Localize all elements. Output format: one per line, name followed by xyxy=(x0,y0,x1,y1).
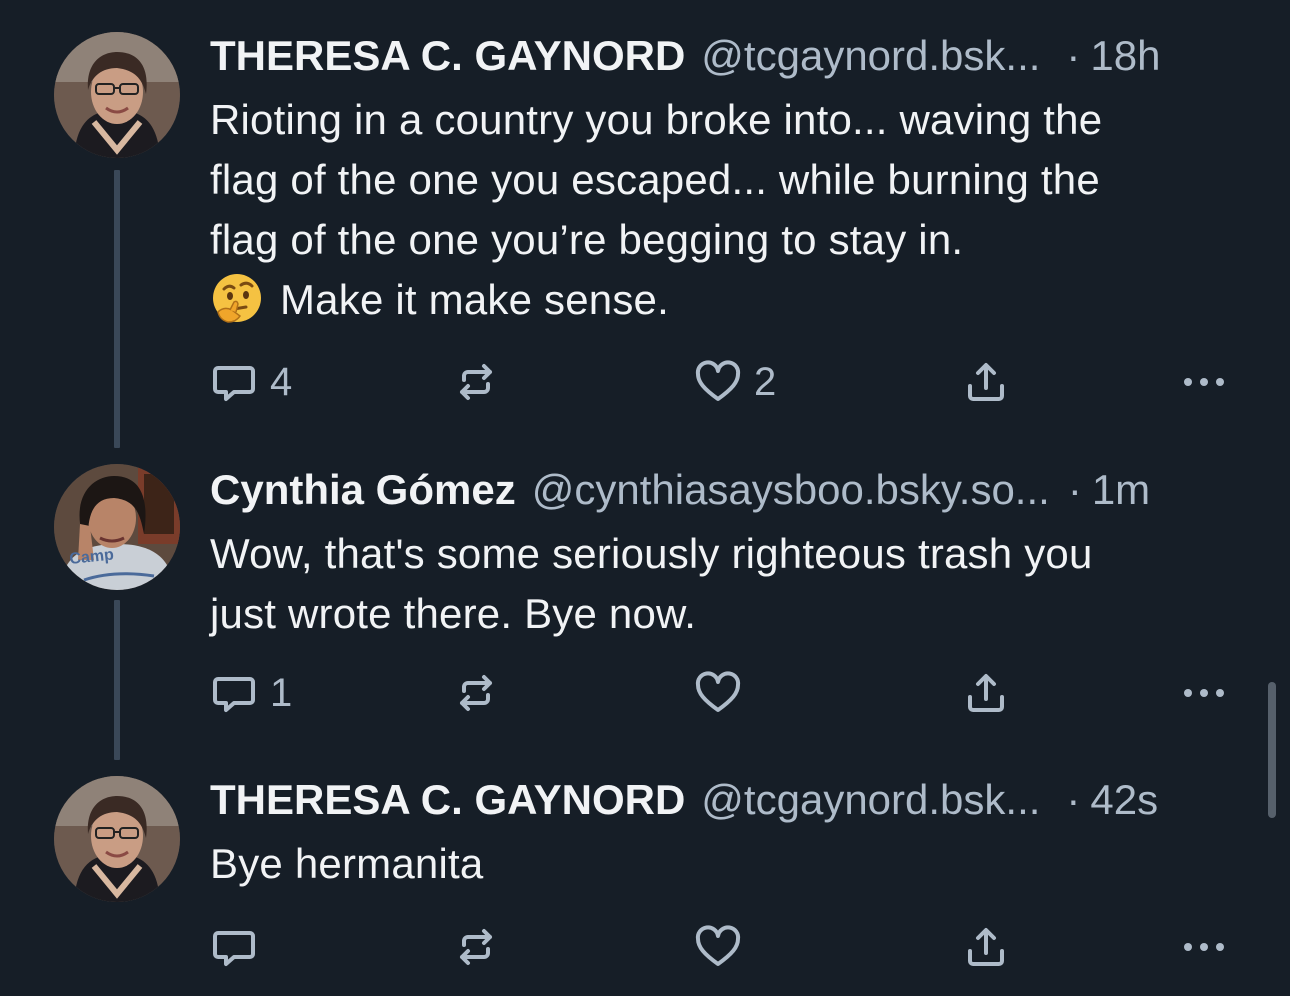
post-text-line: flag of the one you escaped... while bur… xyxy=(210,156,1100,203)
reply-button[interactable]: 4 xyxy=(210,357,292,407)
author-handle[interactable]: @tcgaynord.bsk... xyxy=(701,30,1040,82)
more-icon xyxy=(1180,669,1228,717)
author-handle[interactable]: @tcgaynord.bsk... xyxy=(701,774,1040,826)
repost-icon xyxy=(452,923,500,971)
like-button[interactable]: 2 xyxy=(694,357,776,407)
like-count: 2 xyxy=(754,359,777,404)
separator-dot: · xyxy=(1067,466,1082,513)
avatar[interactable]: Camp xyxy=(54,464,180,590)
like-icon xyxy=(694,358,742,406)
post[interactable]: Camp Cynthia Gómez @cynthiasaysboo.bsky.… xyxy=(0,440,1290,760)
post-actions xyxy=(210,922,1230,972)
reply-icon xyxy=(210,923,258,971)
thinking-face-emoji xyxy=(210,272,264,326)
post-text-line: Rioting in a country you broke into... w… xyxy=(210,96,1103,143)
post-text-line: flag of the one you’re begging to stay i… xyxy=(210,216,964,263)
post-header: Cynthia Gómez @cynthiasaysboo.bsky.so...… xyxy=(210,464,1244,516)
author-name[interactable]: THERESA C. GAYNORD xyxy=(210,774,685,826)
repost-icon xyxy=(452,669,500,717)
post-text: Bye hermanita xyxy=(210,840,484,887)
scrollbar[interactable] xyxy=(1268,682,1276,818)
share-icon xyxy=(962,358,1010,406)
author-handle[interactable]: @cynthiasaysboo.bsky.so... xyxy=(532,464,1050,516)
post-thread: THERESA C. GAYNORD @tcgaynord.bsk... · 1… xyxy=(0,0,1290,996)
post-header: THERESA C. GAYNORD @tcgaynord.bsk... · 4… xyxy=(210,774,1244,826)
more-icon xyxy=(1180,923,1228,971)
more-options-button[interactable] xyxy=(1180,668,1228,718)
post-timestamp[interactable]: 18h xyxy=(1090,30,1160,82)
reply-icon xyxy=(210,358,258,406)
post[interactable]: THERESA C. GAYNORD @tcgaynord.bsk... · 1… xyxy=(0,0,1290,440)
share-button[interactable] xyxy=(962,357,1010,407)
share-button[interactable] xyxy=(962,668,1010,718)
share-button[interactable] xyxy=(962,922,1010,972)
like-button[interactable] xyxy=(694,922,754,972)
author-name[interactable]: THERESA C. GAYNORD xyxy=(210,30,685,82)
reply-button[interactable] xyxy=(210,922,270,972)
more-options-button[interactable] xyxy=(1180,922,1228,972)
repost-button[interactable] xyxy=(452,922,512,972)
post-text-line: Make it make sense. xyxy=(280,276,669,323)
share-icon xyxy=(962,669,1010,717)
like-button[interactable] xyxy=(694,668,754,718)
repost-button[interactable] xyxy=(452,668,512,718)
reply-count: 4 xyxy=(270,359,293,404)
repost-button[interactable] xyxy=(452,357,512,407)
reply-button[interactable]: 1 xyxy=(210,668,292,718)
avatar[interactable] xyxy=(54,776,180,902)
reply-count: 1 xyxy=(270,670,293,715)
post-timestamp[interactable]: 1m xyxy=(1092,464,1150,516)
separator-dot: · xyxy=(1066,776,1081,823)
separator-dot: · xyxy=(1066,32,1081,79)
post-timestamp[interactable]: 42s xyxy=(1090,774,1158,826)
author-name[interactable]: Cynthia Gómez xyxy=(210,464,516,516)
post-actions: 4 2 xyxy=(210,357,1230,407)
share-icon xyxy=(962,923,1010,971)
post-text: Wow, that's some seriously righteous tra… xyxy=(210,530,1093,637)
post-header: THERESA C. GAYNORD @tcgaynord.bsk... · 1… xyxy=(210,30,1244,82)
post-actions: 1 xyxy=(210,668,1230,718)
post-text: Rioting in a country you broke into... w… xyxy=(210,90,1244,330)
reply-icon xyxy=(210,669,258,717)
more-options-button[interactable] xyxy=(1180,357,1228,407)
repost-icon xyxy=(452,358,500,406)
avatar[interactable] xyxy=(54,32,180,158)
more-icon xyxy=(1180,358,1228,406)
like-icon xyxy=(694,669,742,717)
post[interactable]: THERESA C. GAYNORD @tcgaynord.bsk... · 4… xyxy=(0,760,1290,996)
like-icon xyxy=(694,923,742,971)
